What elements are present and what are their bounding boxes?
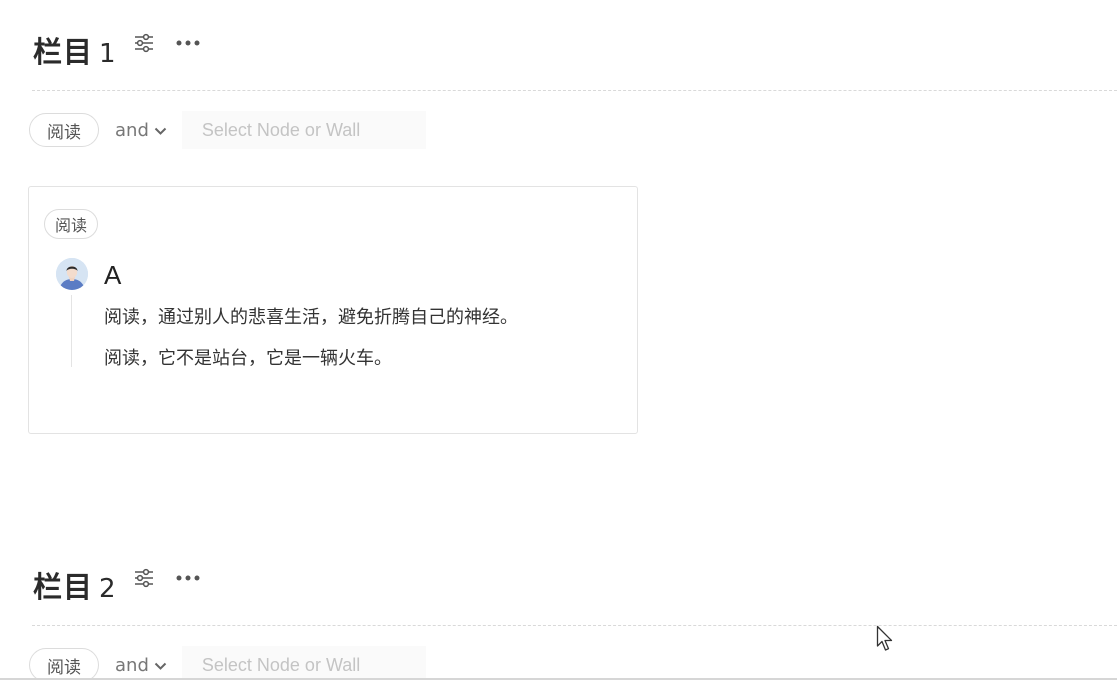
operator-select[interactable]: and	[115, 120, 167, 141]
sliders-icon[interactable]	[133, 567, 155, 589]
thread-line	[71, 295, 72, 367]
filter-tag[interactable]: 阅读	[29, 113, 99, 147]
node-wall-select-input[interactable]	[181, 111, 426, 149]
author-name: A	[104, 260, 122, 290]
operator-label: and	[115, 654, 149, 676]
column-title: 栏目 2	[33, 570, 117, 604]
board-page: 栏目1 阅读 and 阅读	[0, 0, 1117, 680]
sliders-icon[interactable]	[133, 32, 155, 54]
more-horizontal-icon[interactable]	[176, 39, 200, 47]
filter-row: 阅读 and	[29, 646, 426, 680]
column-title: 栏目 1	[33, 35, 117, 69]
post-card[interactable]: 阅读 A 阅读，通过别人的悲喜生活，避免折腾自己的神经。 阅读，它不是站台，它是…	[28, 186, 638, 434]
node-wall-select-input[interactable]	[181, 646, 426, 680]
column-divider	[32, 90, 1117, 91]
filter-tag[interactable]: 阅读	[29, 648, 99, 680]
chevron-down-icon	[154, 127, 167, 135]
mouse-cursor-icon	[876, 625, 896, 657]
quote-text: 阅读，它不是站台，它是一辆火车。	[104, 348, 392, 369]
filter-row: 阅读 and	[29, 111, 426, 149]
avatar[interactable]	[56, 258, 88, 290]
more-horizontal-icon[interactable]	[176, 574, 200, 582]
operator-label: and	[115, 119, 149, 141]
card-tag[interactable]: 阅读	[44, 209, 99, 239]
quote-text: 阅读，通过别人的悲喜生活，避免折腾自己的神经。	[104, 307, 518, 328]
column-header: 栏目 2	[33, 565, 200, 605]
chevron-down-icon	[154, 662, 167, 670]
operator-select[interactable]: and	[115, 655, 167, 676]
column-divider	[32, 625, 1117, 626]
column-header: 栏目 1	[33, 30, 200, 70]
